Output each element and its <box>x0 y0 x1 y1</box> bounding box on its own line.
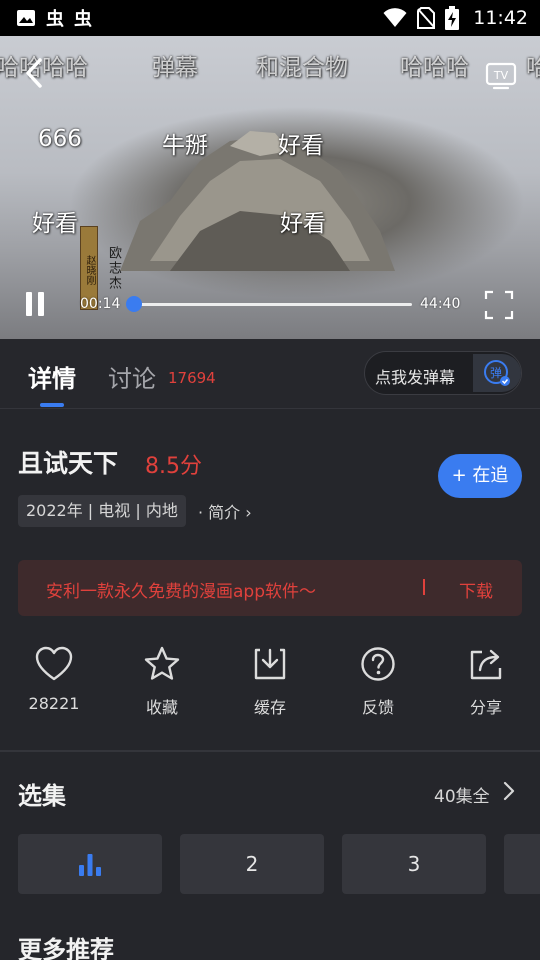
discuss-count-badge: 17694 <box>168 369 216 387</box>
danmaku-icon: 弹 <box>484 360 510 386</box>
svg-text:TV: TV <box>493 69 509 82</box>
share-button[interactable]: 分享 <box>446 646 526 726</box>
like-button[interactable]: 28221 <box>14 646 94 726</box>
back-arrow-icon[interactable] <box>20 56 50 90</box>
danmaku-comment: 哈哈哈 <box>400 55 469 81</box>
wifi-icon <box>383 8 407 27</box>
heart-icon <box>35 646 73 681</box>
video-frame-landscape <box>120 131 395 271</box>
ad-text[interactable]: 安利一款永久免费的漫画app软件～ <box>46 577 316 602</box>
favorite-label: 收藏 <box>145 698 178 717</box>
share-label: 分享 <box>469 698 502 717</box>
episodes-count-link[interactable]: 40集全 <box>434 782 490 807</box>
episode-item[interactable]: 2 <box>180 834 324 894</box>
current-time: 00:14 <box>80 296 121 312</box>
follow-button[interactable]: + 在追 <box>438 454 522 498</box>
danmaku-comment: 好看 <box>280 211 326 237</box>
total-time: 44:40 <box>420 296 461 312</box>
episodes-title: 选集 <box>18 782 66 810</box>
pause-icon[interactable] <box>24 292 46 318</box>
feedback-label: 反馈 <box>361 698 394 717</box>
feedback-button[interactable]: 反馈 <box>338 646 418 726</box>
send-danmaku-button[interactable]: 点我发弹幕 弹 <box>364 351 522 395</box>
share-icon <box>470 649 502 680</box>
chevron-right-icon[interactable] <box>500 780 518 802</box>
battery-charging-icon <box>445 6 460 30</box>
tab-bar: 详情 讨论 17694 点我发弹幕 弹 <box>0 339 540 409</box>
tab-indicator <box>40 403 64 407</box>
cache-button[interactable]: 缓存 <box>230 646 310 726</box>
like-count: 28221 <box>28 694 80 713</box>
danmaku-toggle[interactable]: 弹 <box>473 354 521 392</box>
favorite-button[interactable]: 收藏 <box>122 646 202 726</box>
cache-label: 缓存 <box>253 698 286 717</box>
ad-banner[interactable]: 安利一款永久免费的漫画app软件～ 下载 <box>18 560 522 616</box>
intro-link[interactable]: · 简介 › <box>198 499 252 523</box>
svg-text:弹: 弹 <box>490 366 502 380</box>
more-recommendations-title: 更多推荐 <box>18 936 114 960</box>
ad-divider <box>423 579 425 595</box>
star-icon <box>144 646 180 680</box>
image-icon <box>17 10 35 26</box>
app-icon: 虫 <box>74 9 92 30</box>
show-title: 且试天下 <box>18 449 119 478</box>
danmaku-comment: 好看 <box>278 133 324 159</box>
episode-1-playing[interactable] <box>18 834 162 894</box>
progress-knob[interactable] <box>126 296 142 312</box>
fullscreen-icon[interactable] <box>484 290 514 320</box>
app-icon: 虫 <box>46 9 64 30</box>
episode-item-partial[interactable] <box>504 834 540 894</box>
section-divider <box>0 750 540 752</box>
danmaku-comment: 哈 <box>526 55 540 81</box>
playing-bars-icon <box>79 854 101 876</box>
tab-details[interactable]: 详情 <box>28 359 76 394</box>
player-controls: 00:14 44:40 <box>0 286 540 326</box>
danmaku-comment: 666 <box>38 126 82 152</box>
episode-item[interactable]: 3 <box>342 834 486 894</box>
ad-download-button[interactable]: 下载 <box>459 577 493 602</box>
show-meta-tag: 2022年 | 电视 | 内地 <box>18 495 186 527</box>
download-icon <box>254 648 286 680</box>
status-time: 11:42 <box>473 7 528 29</box>
progress-bar[interactable] <box>134 303 412 306</box>
no-sim-icon <box>417 7 436 29</box>
send-danmaku-label: 点我发弹幕 <box>375 368 456 387</box>
cast-tv-icon[interactable]: TV <box>484 58 518 92</box>
danmaku-comment: 好看 <box>32 211 78 237</box>
status-bar: 虫 虫 11:42 <box>0 0 540 36</box>
video-player[interactable]: 赵晓刚 欧志杰 哈哈哈哈 弹幕 和混合物 哈哈哈 哈 666 牛掰 好看 好看 … <box>0 36 540 339</box>
calligraphy-text: 欧志杰 <box>106 246 121 291</box>
danmaku-comment: 和混合物 <box>256 55 348 81</box>
danmaku-comment: 弹幕 <box>152 55 198 81</box>
question-icon <box>361 647 395 681</box>
danmaku-comment: 牛掰 <box>162 133 208 159</box>
tab-discuss[interactable]: 讨论 <box>108 359 156 394</box>
action-row: 28221 收藏 缓存 反馈 分享 <box>0 640 540 750</box>
show-score: 8.5分 <box>145 454 202 479</box>
